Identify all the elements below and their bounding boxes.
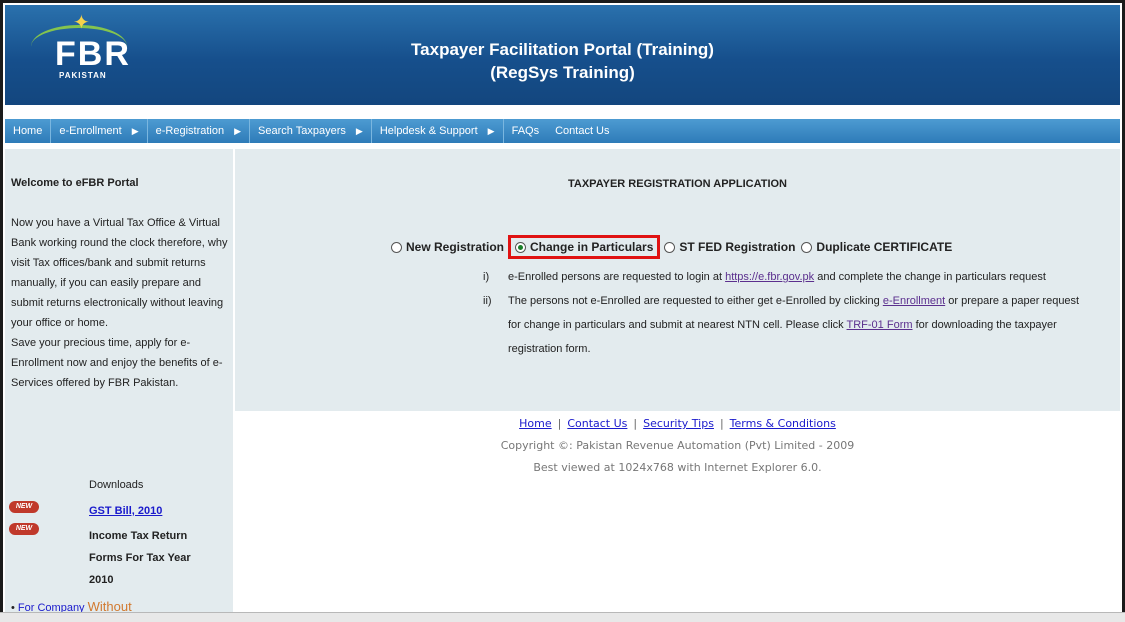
footer-terms-link[interactable]: Terms & Conditions xyxy=(730,417,836,430)
registration-type-group: New Registration Change in Particulars S… xyxy=(391,235,952,259)
nav-contact-us-label: Contact Us xyxy=(555,125,610,137)
submenu-arrow-icon: ▶ xyxy=(355,125,363,136)
new-badge-icon: NEW xyxy=(9,501,39,513)
instruction-1-number: i) xyxy=(483,271,490,283)
radio-button-icon[interactable] xyxy=(391,241,402,253)
income-tax-forms-text: Income Tax Return Forms For Tax Year 201… xyxy=(89,525,191,591)
instruction-1-text: e-Enrolled persons are requested to logi… xyxy=(508,271,726,283)
radio-st-fed-registration[interactable]: ST FED Registration xyxy=(664,240,795,254)
footer-links: Home | Contact Us | Security Tips | Terms & Co… xyxy=(235,413,1120,435)
nav-faqs-label: FAQs xyxy=(511,125,540,137)
browser-page: ✦ FBR PAKISTAN Taxpayer Facilitation Por… xyxy=(0,0,1125,621)
income-tax-line2: Forms For Tax Year xyxy=(89,552,191,564)
footer-separator: | xyxy=(633,417,638,430)
downloads-heading: Downloads xyxy=(89,479,144,491)
radio-button-icon[interactable] xyxy=(801,241,813,253)
radio-button-selected-icon[interactable] xyxy=(515,241,527,253)
nav-e-registration-label: e-Registration xyxy=(155,125,225,137)
trf-01-form-link[interactable]: TRF-01 Form xyxy=(847,319,913,331)
footer-security-tips-link[interactable]: Security Tips xyxy=(643,417,714,430)
footer-copyright: Copyright ©: Pakistan Revenue Automation… xyxy=(500,439,855,452)
portal-title: Taxpayer Facilitation Portal (Training) … xyxy=(5,38,1120,84)
nav-e-enrollment[interactable]: e-Enrollment ▶ xyxy=(51,119,148,143)
radio-duplicate-label: Duplicate CERTIFICATE xyxy=(816,240,953,254)
radio-st-fed-label: ST FED Registration xyxy=(679,240,796,254)
e-enrollment-link[interactable]: e-Enrollment xyxy=(883,295,945,307)
main-nav: Home e-Enrollment ▶ e-Registration ▶ Searc… xyxy=(5,119,1120,143)
header-banner: ✦ FBR PAKISTAN Taxpayer Facilitation Por… xyxy=(5,5,1120,105)
income-tax-line1: Income Tax Return xyxy=(89,530,188,542)
submenu-arrow-icon: ▶ xyxy=(131,125,139,136)
footer-contact-link[interactable]: Contact Us xyxy=(567,417,627,430)
nav-e-registration[interactable]: e-Registration ▶ xyxy=(148,119,251,143)
registration-panel: TAXPAYER REGISTRATION APPLICATION New Re… xyxy=(235,149,1120,411)
efbr-login-link[interactable]: https://e.fbr.gov.pk xyxy=(725,271,814,283)
radio-new-registration[interactable]: New Registration xyxy=(391,240,504,254)
footer-home-link[interactable]: Home xyxy=(519,417,551,430)
footer-separator: | xyxy=(719,417,724,430)
nav-search-taxpayers-label: Search Taxpayers xyxy=(258,125,346,137)
nav-helpdesk-support[interactable]: Helpdesk & Support ▶ xyxy=(372,119,504,143)
radio-new-registration-label: New Registration xyxy=(406,240,505,254)
income-tax-line3: 2010 xyxy=(89,574,114,586)
nav-helpdesk-label: Helpdesk & Support xyxy=(379,125,478,137)
footer-separator: | xyxy=(557,417,562,430)
nav-search-taxpayers[interactable]: Search Taxpayers ▶ xyxy=(250,119,372,143)
instructions: i) e-Enrolled persons are requested to l… xyxy=(483,265,1093,361)
gst-bill-link[interactable]: GST Bill, 2010 xyxy=(89,505,162,517)
instruction-2-number: ii) xyxy=(483,295,492,307)
instruction-1-text-end: and complete the change in particulars r… xyxy=(814,271,1046,283)
portal-title-line2: (RegSys Training) xyxy=(490,63,635,82)
nav-contact-us[interactable]: Contact Us xyxy=(547,119,617,143)
nav-home-label: Home xyxy=(13,125,43,137)
instruction-2: ii) The persons not e-Enrolled are reque… xyxy=(483,289,1093,361)
nav-faqs[interactable]: FAQs xyxy=(504,119,548,143)
footer-best-viewed: Best viewed at 1024x768 with Internet Ex… xyxy=(533,461,822,474)
submenu-arrow-icon: ▶ xyxy=(234,125,242,136)
instruction-2-text: The persons not e-Enrolled are requested… xyxy=(508,295,883,307)
submenu-arrow-icon: ▶ xyxy=(487,125,495,136)
application-title: TAXPAYER REGISTRATION APPLICATION xyxy=(568,178,787,190)
radio-change-in-particulars-label: Change in Particulars xyxy=(530,240,654,254)
new-badge-icon: NEW xyxy=(9,523,39,535)
radio-change-in-particulars[interactable]: Change in Particulars xyxy=(508,235,661,259)
instruction-1: i) e-Enrolled persons are requested to l… xyxy=(483,265,1093,289)
radio-button-icon[interactable] xyxy=(664,241,676,253)
sidebar-text-2: Save your precious time, apply for e-Enr… xyxy=(11,337,223,389)
sidebar-text-1: Now you have a Virtual Tax Office & Virt… xyxy=(11,217,228,329)
nav-e-enrollment-label: e-Enrollment xyxy=(59,125,122,137)
sidebar-title: Welcome to eFBR Portal xyxy=(11,177,139,189)
nav-home[interactable]: Home xyxy=(5,119,52,143)
radio-duplicate-certificate[interactable]: Duplicate CERTIFICATE xyxy=(801,240,952,254)
logo-star-icon: ✦ xyxy=(73,12,90,34)
sidebar: Welcome to eFBR Portal Now you have a Vi… xyxy=(5,149,233,618)
page-footer: Home | Contact Us | Security Tips | Terms & Co… xyxy=(235,413,1120,479)
portal-title-line1: Taxpayer Facilitation Portal (Training) xyxy=(411,40,714,59)
sidebar-text: Now you have a Virtual Tax Office & Virt… xyxy=(11,213,233,393)
